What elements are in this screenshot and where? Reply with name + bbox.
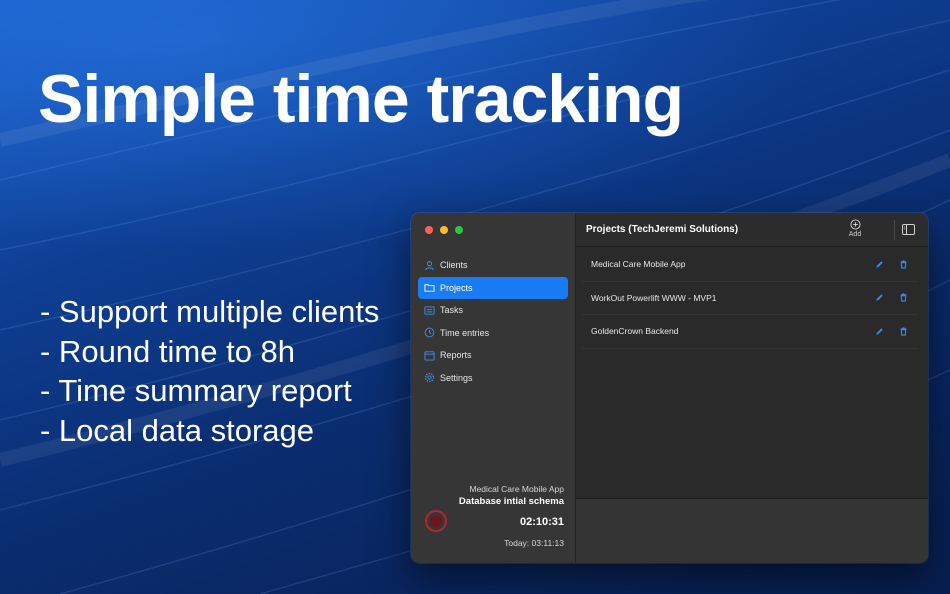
trash-icon[interactable] — [899, 293, 908, 302]
zoom-window-button[interactable] — [455, 226, 463, 234]
sidebar-item-label: Time entries — [440, 327, 490, 338]
trash-icon[interactable] — [899, 327, 908, 336]
person-icon — [425, 260, 434, 271]
trash-icon[interactable] — [899, 260, 908, 269]
headline: Simple time tracking — [38, 61, 684, 137]
active-timer-panel: Medical Care Mobile App Database intial … — [411, 479, 575, 563]
sidebar: Clients Projects Tasks Time entries Repo… — [411, 213, 576, 563]
project-list: Medical Care Mobile App WorkOut Powerlif… — [576, 248, 928, 349]
timer-project-name: Medical Care Mobile App — [469, 484, 565, 494]
sidebar-item-settings[interactable]: Settings — [418, 367, 568, 390]
toolbar-divider — [894, 220, 895, 240]
sidebar-item-clients[interactable]: Clients — [418, 254, 568, 277]
list-item[interactable]: Medical Care Mobile App — [582, 248, 918, 282]
plus-circle-icon — [849, 219, 861, 230]
pencil-icon[interactable] — [875, 327, 884, 336]
page-title: Projects (TechJeremi Solutions) — [586, 224, 739, 235]
add-button-label: Add — [848, 231, 862, 238]
pencil-icon[interactable] — [875, 293, 884, 302]
sidebar-toggle-icon[interactable] — [902, 224, 915, 235]
timer-elapsed: 02:10:31 — [519, 516, 564, 528]
close-window-button[interactable] — [425, 226, 433, 234]
detail-panel — [576, 498, 928, 563]
toolbar: Projects (TechJeremi Solutions) Add — [576, 213, 928, 247]
list-icon — [424, 306, 435, 315]
pencil-icon[interactable] — [875, 260, 884, 269]
sidebar-item-time-entries[interactable]: Time entries — [418, 322, 568, 345]
list-item[interactable]: WorkOut Powerlift WWW - MVP1 — [582, 282, 918, 315]
feature-item: - Local data storage — [40, 412, 315, 448]
sidebar-item-reports[interactable]: Reports — [418, 344, 568, 367]
record-icon — [430, 515, 442, 527]
window-controls — [425, 226, 463, 234]
timer-task-name: Database intial schema — [458, 496, 564, 507]
project-name: GoldenCrown Backend — [591, 326, 679, 337]
today-total: Today: 03:11:13 — [504, 538, 564, 548]
project-name: WorkOut Powerlift WWW - MVP1 — [591, 292, 717, 303]
feature-list: - Support multiple clients - Round time … — [40, 292, 379, 450]
app-window: Clients Projects Tasks Time entries Repo… — [411, 213, 928, 563]
sidebar-nav: Clients Projects Tasks Time entries Repo… — [418, 254, 568, 389]
feature-item: - Round time to 8h — [40, 333, 296, 369]
add-project-button[interactable]: Add — [844, 219, 866, 238]
stop-timer-button[interactable] — [425, 510, 447, 532]
clock-icon — [424, 327, 435, 338]
folder-icon — [424, 284, 435, 292]
minimize-window-button[interactable] — [440, 226, 448, 234]
sidebar-item-label: Projects — [440, 282, 473, 293]
sidebar-item-tasks[interactable]: Tasks — [418, 299, 568, 322]
project-name: Medical Care Mobile App — [591, 259, 686, 270]
sidebar-item-projects[interactable]: Projects — [418, 276, 568, 299]
main-content: Projects (TechJeremi Solutions) Add Medi… — [576, 213, 928, 563]
calendar-icon — [424, 351, 435, 361]
sidebar-item-label: Tasks — [440, 305, 464, 316]
sidebar-item-label: Clients — [440, 260, 468, 271]
sidebar-item-label: Settings — [440, 372, 473, 383]
sidebar-item-label: Reports — [440, 350, 472, 361]
list-item[interactable]: GoldenCrown Backend — [582, 315, 918, 349]
gear-icon — [424, 373, 435, 383]
feature-item: - Support multiple clients — [40, 294, 380, 329]
feature-item: - Time summary report — [40, 373, 352, 408]
